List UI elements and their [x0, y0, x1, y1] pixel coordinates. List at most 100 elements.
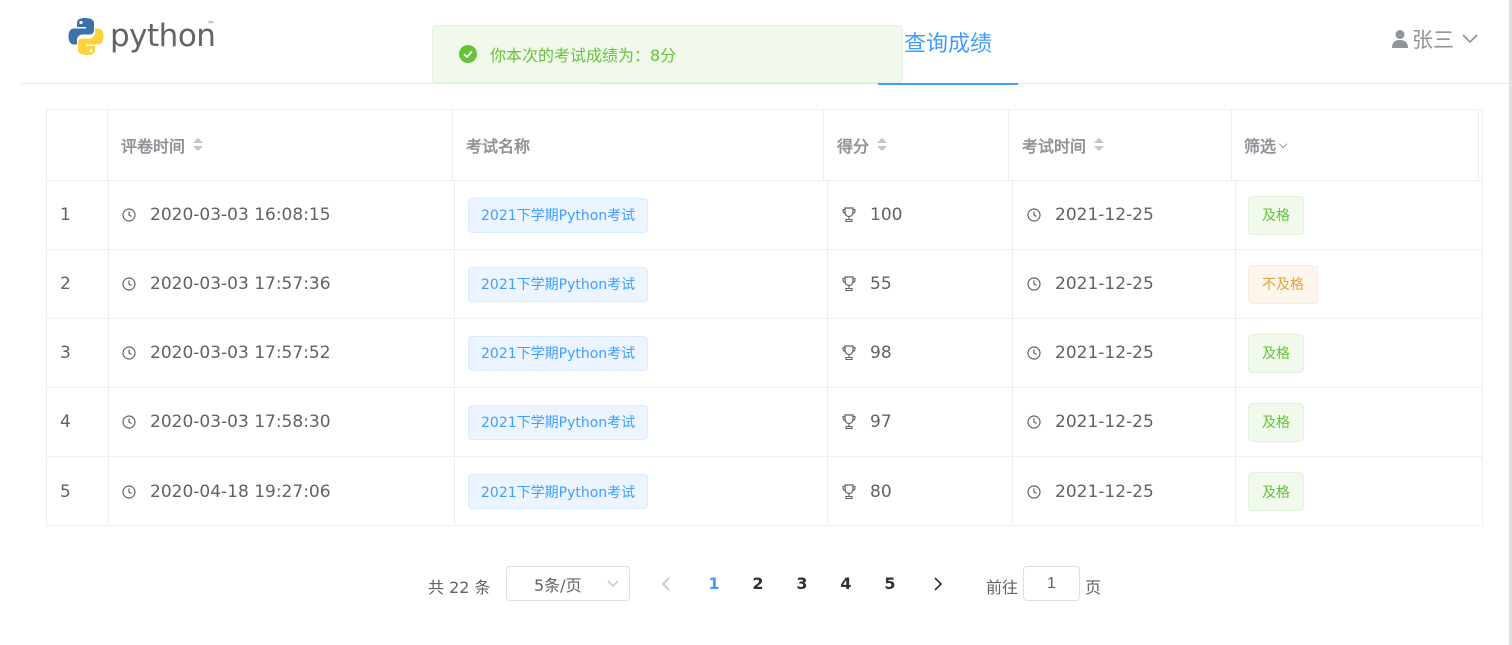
review-time: 2020-03-03 16:08:15 — [150, 205, 331, 225]
user-menu[interactable]: 张三 — [1391, 24, 1478, 54]
cell-score: 100 — [828, 181, 1013, 249]
logo-text: python — [110, 18, 216, 54]
cell-score: 80 — [828, 457, 1013, 526]
score-value: 80 — [870, 481, 892, 502]
exam-name-tag: 2021下学期Python考试 — [468, 266, 649, 302]
status-badge: 及格 — [1248, 333, 1304, 373]
cell-status: 及格 — [1236, 457, 1482, 526]
cell-status: 不及格 — [1236, 250, 1482, 318]
header-index — [47, 110, 108, 180]
cell-exam-date: 2021-12-25 — [1013, 457, 1236, 526]
status-badge: 不及格 — [1248, 264, 1318, 304]
review-time: 2020-04-18 19:27:06 — [150, 481, 331, 502]
pagination: 共 22 条 5条/页 1 2 3 4 5 前往 页 — [0, 566, 1512, 602]
page-3[interactable]: 3 — [792, 574, 812, 593]
cell-exam-date: 2021-12-25 — [1013, 388, 1236, 456]
review-time: 2020-03-03 17:57:36 — [150, 274, 331, 294]
cell-review-time: 2020-03-03 17:57:52 — [109, 319, 455, 387]
cell-exam-date: 2021-12-25 — [1013, 319, 1236, 387]
cell-score: 55 — [828, 250, 1013, 318]
trophy-icon — [842, 276, 856, 292]
exam-date: 2021-12-25 — [1055, 481, 1154, 502]
exam-name-tag: 2021下学期Python考试 — [468, 335, 649, 371]
goto-page-input[interactable] — [1023, 566, 1080, 601]
cell-review-time: 2020-03-03 16:08:15 — [109, 181, 455, 249]
exam-date: 2021-12-25 — [1055, 343, 1154, 363]
table-row: 4 2020-03-03 17:58:30 2021下学期Python考试 97 202… — [47, 388, 1482, 457]
table-row: 3 2020-03-03 17:57:52 2021下学期Python考试 98 202… — [47, 319, 1482, 388]
logo-trademark: ™ — [207, 20, 215, 29]
cell-exam-name: 2021下学期Python考试 — [455, 388, 828, 456]
exam-date: 2021-12-25 — [1055, 412, 1154, 432]
exam-name-tag: 2021下学期Python考试 — [468, 197, 649, 233]
table-row: 5 2020-04-18 19:27:06 2021下学期Python考试 80 202… — [47, 457, 1482, 526]
sort-caret-icon[interactable] — [1094, 138, 1105, 152]
cell-index: 3 — [47, 319, 109, 387]
clock-icon — [122, 208, 136, 222]
cell-review-time: 2020-03-03 17:58:30 — [109, 388, 455, 456]
row-index: 3 — [60, 343, 71, 363]
pagination-total: 共 22 条 — [428, 578, 491, 597]
clock-icon — [1027, 346, 1041, 360]
page-5[interactable]: 5 — [880, 574, 900, 593]
header-exam-date[interactable]: 考试时间 — [1009, 110, 1232, 180]
score-value: 55 — [870, 274, 892, 294]
clock-icon — [122, 277, 136, 291]
cell-exam-name: 2021下学期Python考试 — [455, 250, 828, 318]
exam-date: 2021-12-25 — [1055, 274, 1154, 294]
clock-icon — [122, 484, 136, 499]
row-index: 4 — [60, 412, 71, 432]
cell-exam-date: 2021-12-25 — [1013, 250, 1236, 318]
user-name: 张三 — [1412, 28, 1454, 52]
sort-caret-icon[interactable] — [877, 138, 888, 152]
cell-exam-name: 2021下学期Python考试 — [455, 319, 828, 387]
clock-icon — [1027, 277, 1041, 291]
cell-index: 2 — [47, 250, 109, 318]
cell-index: 1 — [47, 181, 109, 249]
score-value: 100 — [870, 205, 903, 225]
exam-name-tag: 2021下学期Python考试 — [468, 474, 649, 509]
status-badge: 及格 — [1248, 195, 1304, 235]
filter-chevron-icon[interactable]: ⌵ — [1279, 138, 1287, 152]
user-icon — [1392, 30, 1408, 48]
review-time: 2020-03-03 17:57:52 — [150, 343, 331, 363]
table-row: 2 2020-03-03 17:57:36 2021下学期Python考试 55 202… — [47, 250, 1482, 319]
cell-exam-date: 2021-12-25 — [1013, 181, 1236, 249]
cell-index: 5 — [47, 457, 109, 526]
clock-icon — [1027, 208, 1041, 222]
table-row: 1 2020-03-03 16:08:15 2021下学期Python考试 100 20… — [47, 181, 1482, 250]
cell-status: 及格 — [1236, 319, 1482, 387]
exam-name-tag: 2021下学期Python考试 — [468, 404, 649, 440]
clock-icon — [122, 415, 136, 429]
table-header-row: 评卷时间 考试名称 得分 考试时间 筛选 ⌵ — [47, 110, 1482, 181]
page-1[interactable]: 1 — [704, 574, 724, 593]
sort-caret-icon[interactable] — [193, 138, 204, 152]
header-score[interactable]: 得分 — [824, 110, 1009, 180]
check-circle-icon — [459, 45, 477, 63]
page-size-select[interactable]: 5条/页 — [506, 566, 630, 601]
chevron-down-icon — [1462, 34, 1478, 44]
trophy-icon — [842, 483, 856, 499]
goto-label: 前往 — [986, 578, 1019, 597]
page-2[interactable]: 2 — [748, 574, 768, 593]
trophy-icon — [842, 345, 856, 361]
next-page-button[interactable] — [930, 574, 946, 594]
trophy-icon — [842, 414, 856, 430]
page-4[interactable]: 4 — [836, 574, 856, 593]
goto-unit: 页 — [1085, 578, 1102, 597]
cell-exam-name: 2021下学期Python考试 — [455, 457, 828, 526]
cell-exam-name: 2021下学期Python考试 — [455, 181, 828, 249]
header-filter[interactable]: 筛选 ⌵ — [1232, 110, 1479, 180]
header-review-time[interactable]: 评卷时间 — [108, 110, 453, 180]
cell-index: 4 — [47, 388, 109, 456]
success-toast: 你本次的考试成绩为：8分 — [432, 25, 903, 83]
cell-status: 及格 — [1236, 388, 1482, 456]
prev-page-button[interactable] — [658, 574, 674, 594]
cell-review-time: 2020-03-03 17:57:36 — [109, 250, 455, 318]
scores-table: 评卷时间 考试名称 得分 考试时间 筛选 ⌵ 1 2020-03-03 16:08:… — [46, 109, 1483, 526]
clock-icon — [122, 346, 136, 360]
score-value: 97 — [870, 412, 892, 432]
python-logo[interactable]: python ™ — [68, 16, 228, 62]
cell-review-time: 2020-04-18 19:27:06 — [109, 457, 455, 526]
cell-score: 97 — [828, 388, 1013, 456]
